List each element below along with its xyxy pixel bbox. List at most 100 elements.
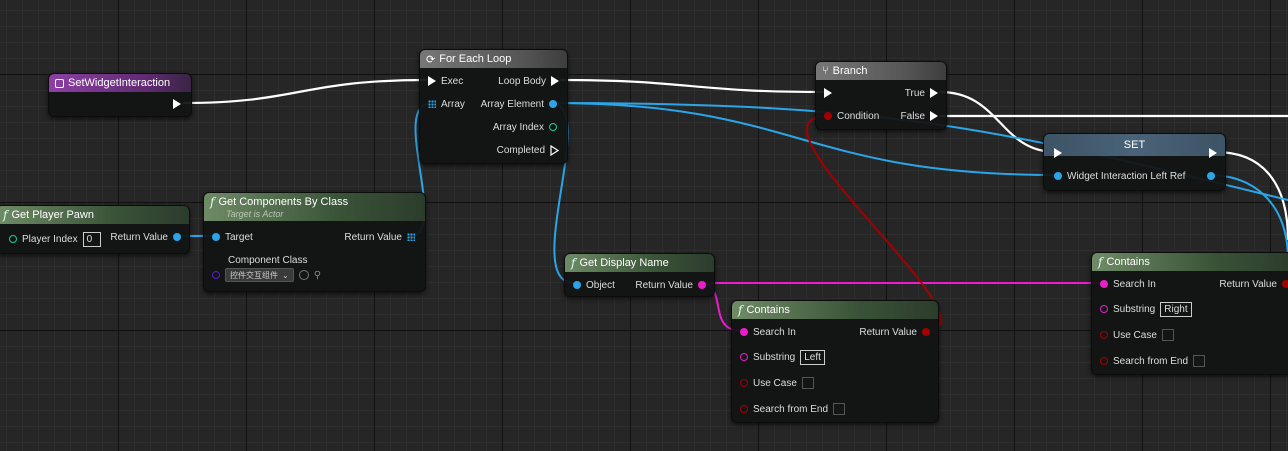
target-pin[interactable]: Target — [212, 230, 253, 244]
string-pin-dot — [740, 328, 748, 336]
substring-pin[interactable]: Substring Left — [740, 349, 825, 365]
player-index-pin[interactable]: Player Index 0 — [9, 231, 101, 247]
pin-label: Loop Body — [498, 75, 546, 87]
node-header: ⟳ For Each Loop — [420, 50, 567, 68]
use-case-pin[interactable]: Use Case — [1100, 328, 1174, 342]
exec-in-pin[interactable] — [824, 86, 832, 100]
pin-label: Search In — [753, 326, 796, 338]
bool-pin-dot — [922, 328, 930, 336]
pin-label: True — [904, 87, 925, 99]
use-case-pin[interactable]: Use Case — [740, 376, 814, 390]
string-pin-dot — [740, 353, 748, 361]
exec-out-pin[interactable] — [1209, 146, 1217, 160]
bool-pin-dot — [1282, 280, 1288, 288]
return-value-pin[interactable]: Return Value — [1219, 277, 1288, 291]
exec-in-pin[interactable]: Exec — [428, 74, 463, 88]
exec-arrow-icon — [428, 76, 436, 86]
pin-label: Array Index — [492, 121, 544, 133]
f-function-icon: f — [738, 303, 743, 317]
search-from-end-checkbox[interactable] — [1193, 355, 1206, 367]
widget-interaction-in-pin[interactable]: Widget Interaction Left Ref — [1054, 169, 1185, 183]
pin-label: Condition — [837, 110, 880, 122]
pin-label: Object — [586, 279, 615, 291]
bool-pin-dot — [1100, 357, 1108, 365]
node-get-display-name[interactable]: f Get Display Name Object Return Value — [564, 253, 715, 297]
substring-input[interactable]: Left — [800, 349, 825, 365]
bool-wire — [806, 115, 942, 332]
array-grid-icon — [428, 100, 436, 108]
node-title: Get Player Pawn — [11, 209, 94, 221]
node-title: Contains — [746, 304, 790, 316]
return-value-pin[interactable]: Return Value — [859, 325, 930, 339]
search-from-end-pin[interactable]: Search from End — [740, 402, 846, 416]
object-pin-dot — [1054, 172, 1062, 180]
pin-label: Target — [225, 231, 253, 243]
array-in-pin[interactable]: Array — [428, 97, 465, 111]
player-index-input[interactable]: 0 — [82, 231, 101, 247]
object-pin-dot — [549, 100, 557, 108]
use-case-checkbox[interactable] — [801, 377, 814, 389]
false-pin[interactable]: False — [901, 109, 938, 123]
object-pin-dot — [1207, 172, 1215, 180]
completed-pin[interactable]: Completed — [497, 143, 559, 157]
node-set-variable[interactable]: SET Widget Interaction Left Ref — [1043, 133, 1226, 191]
node-set-widget-interaction[interactable]: SetWidgetInteraction — [48, 73, 192, 117]
search-from-end-pin[interactable]: Search from End — [1100, 354, 1206, 368]
node-get-components-by-class[interactable]: f Get Components By Class Target is Actor… — [203, 192, 426, 292]
condition-pin[interactable]: Condition — [824, 109, 879, 123]
array-element-pin[interactable]: Array Element — [481, 97, 557, 111]
object-wire — [550, 102, 1057, 176]
event-icon — [55, 78, 64, 88]
browse-icon[interactable] — [298, 270, 309, 280]
node-header: f Contains — [732, 301, 938, 319]
true-pin[interactable]: True — [905, 86, 938, 100]
node-header: ⑂ Branch — [816, 62, 946, 80]
array-grid-icon — [407, 233, 415, 241]
exec-arrow-icon — [1054, 148, 1062, 158]
search-icon[interactable]: ⚲ — [314, 270, 321, 281]
pin-label: Exec — [441, 75, 464, 87]
exec-wire — [182, 78, 429, 105]
component-class-dropdown[interactable]: 控件交互组件 ⌄ — [225, 268, 294, 282]
component-class-pin[interactable]: 控件交互组件 ⌄ ⚲ — [212, 268, 321, 282]
return-value-pin[interactable]: Return Value — [110, 230, 181, 244]
branch-icon: ⑂ — [822, 65, 829, 77]
loop-body-pin[interactable]: Loop Body — [498, 74, 559, 88]
bool-pin-dot — [740, 405, 748, 413]
f-function-icon: f — [571, 256, 576, 270]
search-from-end-checkbox[interactable] — [833, 403, 846, 415]
search-in-pin[interactable]: Search In — [740, 325, 796, 339]
exec-in-pin[interactable] — [1054, 146, 1062, 160]
node-header: f Get Display Name — [565, 254, 714, 272]
use-case-checkbox[interactable] — [1161, 329, 1174, 341]
node-header: f Get Components By Class Target is Actor — [204, 193, 425, 221]
exec-hollow-icon — [550, 144, 559, 156]
pin-label: Array Element — [480, 98, 544, 110]
node-contains-right[interactable]: f Contains Search In Return Value Substr… — [1091, 252, 1288, 375]
node-title: SET — [1123, 139, 1146, 151]
loop-icon: ⟳ — [426, 53, 436, 66]
object-pin-dot — [212, 233, 220, 241]
pin-label: Search from End — [1113, 355, 1189, 367]
exec-arrow-icon — [930, 111, 938, 121]
exec-arrow-icon — [551, 76, 559, 86]
node-get-player-pawn[interactable]: f Get Player Pawn Player Index 0 Return V… — [0, 205, 190, 254]
search-in-pin[interactable]: Search In — [1100, 277, 1156, 291]
node-for-each-loop[interactable]: ⟳ For Each Loop Exec Array Loop Body Arr… — [419, 49, 568, 164]
component-class-label: Component Class — [228, 253, 307, 267]
node-title: Get Components By Class — [218, 196, 349, 208]
pin-label: False — [900, 110, 925, 122]
exec-out-pin[interactable] — [173, 97, 181, 111]
widget-interaction-out-pin[interactable] — [1207, 169, 1215, 183]
return-value-pin[interactable]: Return Value — [635, 278, 706, 292]
pin-label: Widget Interaction Left Ref — [1067, 170, 1186, 182]
pin-label: Search from End — [753, 403, 829, 415]
node-contains-left[interactable]: f Contains Search In Return Value Substr… — [731, 300, 939, 423]
array-index-pin[interactable]: Array Index — [493, 120, 557, 134]
exec-arrow-icon — [173, 99, 181, 109]
object-pin[interactable]: Object — [573, 278, 615, 292]
substring-input[interactable]: Right — [1160, 301, 1192, 317]
return-value-pin[interactable]: Return Value — [344, 230, 415, 244]
substring-pin[interactable]: Substring Right — [1100, 301, 1192, 317]
node-branch[interactable]: ⑂ Branch Condition True False — [815, 61, 947, 130]
